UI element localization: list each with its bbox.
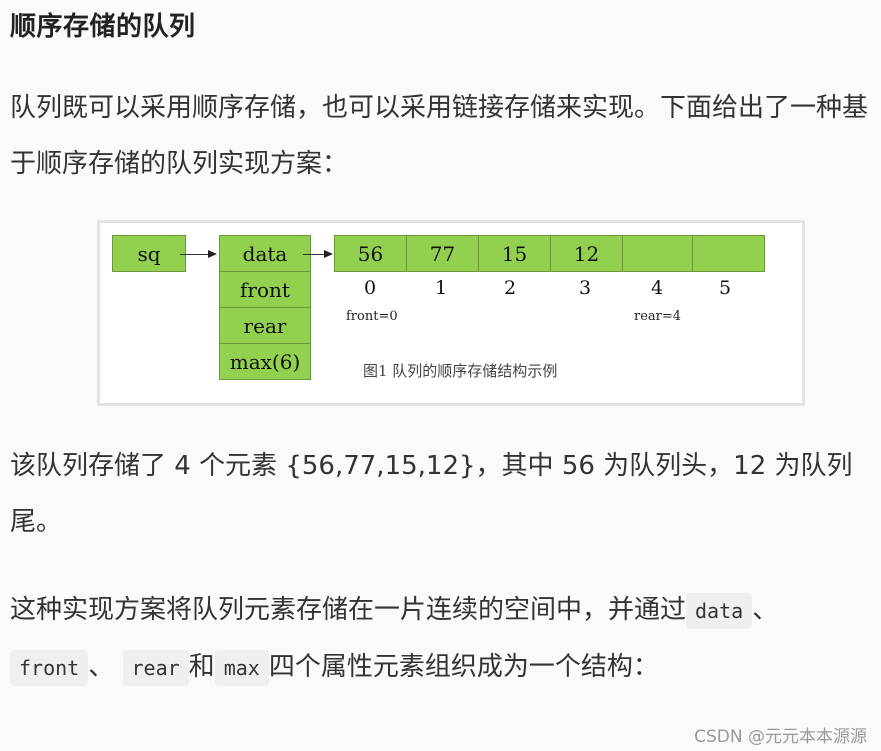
figure-caption: 图1 队列的顺序存储结构示例: [363, 362, 558, 380]
structure-paragraph: 这种实现方案将队列元素存储在一片连续的空间中，并通过 data、 front、 r…: [10, 582, 880, 696]
array-index: 5: [718, 277, 732, 299]
section-heading: 顺序存储的队列: [10, 12, 196, 42]
struct-field-max: max(6): [219, 343, 311, 380]
sq-pointer-box: sq: [112, 235, 186, 272]
array-index: 3: [578, 277, 592, 299]
structure-text-part1: 这种实现方案将队列元素存储在一片连续的空间中，并通过: [10, 595, 687, 625]
separator: 、: [88, 652, 115, 682]
array-index: 4: [650, 277, 664, 299]
code-max: max: [214, 650, 269, 686]
array-index: 1: [434, 277, 448, 299]
arrow-sq-to-struct: [180, 254, 210, 255]
struct-field-front: front: [219, 271, 311, 308]
code-rear: rear: [122, 650, 189, 686]
code-data: data: [686, 593, 753, 629]
front-label: front=0: [346, 309, 398, 324]
array-cell: 56: [334, 235, 407, 272]
rear-label: rear=4: [634, 309, 682, 324]
array-index: 2: [503, 277, 517, 299]
arrow-head-icon: [208, 250, 217, 258]
structure-text-part2: 四个属性元素组织成为一个结构：: [268, 652, 659, 682]
struct-field-rear: rear: [219, 307, 311, 344]
array-index: 0: [363, 277, 377, 299]
intro-paragraph: 队列既可以采用顺序存储，也可以采用链接存储来实现。下面给出了一种基于顺序存储的队…: [10, 93, 869, 179]
arrow-data-to-array: [303, 254, 325, 255]
struct-field-data: data: [219, 235, 311, 272]
queue-figure: sq data front rear max(6) 56 77 15 12 0 …: [97, 220, 805, 406]
array-cell: [622, 235, 693, 272]
separator: 、: [752, 595, 779, 625]
watermark: CSDN @元元本本源源: [694, 727, 867, 747]
array-cell: 77: [406, 235, 479, 272]
array-cell: 12: [550, 235, 623, 272]
arrow-head-icon: [324, 250, 333, 258]
conjunction: 和: [188, 652, 215, 682]
code-front: front: [10, 650, 89, 686]
array-cell: 15: [478, 235, 551, 272]
array-cell: [692, 235, 765, 272]
queue-description: 该队列存储了 4 个元素 {56,77,15,12}，其中 56 为队列头，12…: [10, 451, 853, 537]
